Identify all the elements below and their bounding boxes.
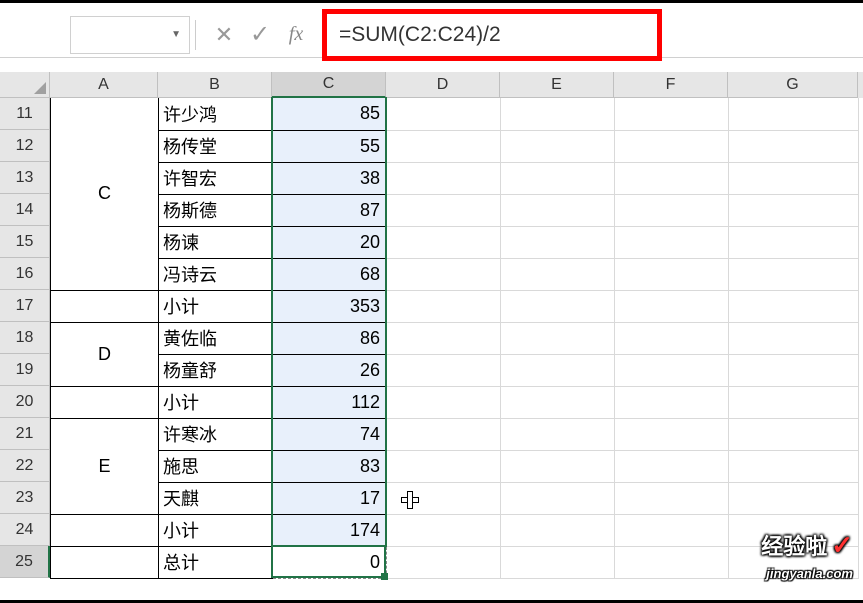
table-row[interactable]: 杨童舒 26 (51, 354, 859, 386)
table-row[interactable]: D 黄佐临 86 (51, 322, 859, 354)
cursor-icon (398, 488, 422, 512)
watermark: 经验啦✓ (761, 529, 853, 561)
row-header[interactable]: 12 (0, 130, 50, 162)
group-label[interactable]: D (51, 322, 159, 386)
value-cell[interactable]: 86 (273, 322, 387, 354)
name-cell[interactable]: 黄佐临 (159, 322, 273, 354)
total-label[interactable]: 总计 (159, 546, 273, 578)
group-label[interactable]: C (51, 98, 159, 290)
value-cell[interactable]: 20 (273, 226, 387, 258)
formula-input[interactable]: =SUM(C2:C24)/2 (327, 23, 501, 47)
col-header-d[interactable]: D (386, 72, 500, 98)
value-cell[interactable]: 26 (273, 354, 387, 386)
row-header[interactable]: 13 (0, 162, 50, 194)
row-header[interactable]: 21 (0, 418, 50, 450)
row-header[interactable]: 23 (0, 482, 50, 514)
divider (195, 20, 196, 50)
row-header[interactable]: 15 (0, 226, 50, 258)
name-cell[interactable]: 冯诗云 (159, 258, 273, 290)
empty-cell[interactable] (51, 514, 159, 546)
name-cell[interactable]: 施思 (159, 450, 273, 482)
row-header[interactable]: 20 (0, 386, 50, 418)
value-cell[interactable]: 87 (273, 194, 387, 226)
cancel-icon[interactable]: ✕ (206, 17, 242, 53)
subtotal-row[interactable]: 小计 353 (51, 290, 859, 322)
name-cell[interactable]: 许少鸿 (159, 98, 273, 130)
table-row[interactable]: 施思 83 (51, 450, 859, 482)
empty-cell[interactable] (51, 546, 159, 578)
empty-cell[interactable] (51, 290, 159, 322)
row-header[interactable]: 25 (0, 546, 50, 578)
empty-cell[interactable] (501, 98, 615, 130)
name-cell[interactable]: 许智宏 (159, 162, 273, 194)
subtotal-row[interactable]: 小计 174 (51, 514, 859, 546)
name-box[interactable]: ▼ (70, 16, 190, 54)
row-header[interactable]: 16 (0, 258, 50, 290)
value-cell[interactable]: 68 (273, 258, 387, 290)
subtotal-row[interactable]: 小计 112 (51, 386, 859, 418)
table-row[interactable]: 许智宏 38 (51, 162, 859, 194)
column-headers: A B C D E F G (0, 72, 863, 98)
subtotal-label[interactable]: 小计 (159, 514, 273, 546)
table-row[interactable]: 天麒 17 (51, 482, 859, 514)
formula-bar: ▼ ✕ ✓ fx =SUM(C2:C24)/2 (0, 12, 863, 58)
empty-cell[interactable] (51, 386, 159, 418)
table-row[interactable]: 杨斯德 87 (51, 194, 859, 226)
row-header[interactable]: 17 (0, 290, 50, 322)
col-header-a[interactable]: A (50, 72, 158, 98)
row-header[interactable]: 18 (0, 322, 50, 354)
col-header-c[interactable]: C (272, 72, 386, 98)
name-cell[interactable]: 杨童舒 (159, 354, 273, 386)
name-cell[interactable]: 杨斯德 (159, 194, 273, 226)
row-header[interactable]: 24 (0, 514, 50, 546)
empty-cell[interactable] (615, 98, 729, 130)
formula-highlight-box: =SUM(C2:C24)/2 (322, 9, 662, 61)
col-header-b[interactable]: B (158, 72, 272, 98)
col-header-f[interactable]: F (614, 72, 728, 98)
value-cell[interactable]: 55 (273, 130, 387, 162)
subtotal-label[interactable]: 小计 (159, 290, 273, 322)
subtotal-label[interactable]: 小计 (159, 386, 273, 418)
row-header[interactable]: 14 (0, 194, 50, 226)
row-header[interactable]: 11 (0, 98, 50, 130)
data-table[interactable]: C 许少鸿 85 杨传堂 55 许智宏 38 杨斯德 87 (50, 98, 859, 579)
table-row[interactable]: E 许寒冰 74 (51, 418, 859, 450)
table-row[interactable]: C 许少鸿 85 (51, 98, 859, 130)
col-header-g[interactable]: G (728, 72, 858, 98)
total-value[interactable]: 0 (273, 546, 387, 578)
col-header-e[interactable]: E (500, 72, 614, 98)
total-row[interactable]: 总计 0 (51, 546, 859, 578)
spreadsheet-grid[interactable]: A B C D E F G 11 12 13 14 15 16 17 18 19… (0, 72, 863, 603)
group-label[interactable]: E (51, 418, 159, 514)
subtotal-value[interactable]: 174 (273, 514, 387, 546)
value-cell[interactable]: 17 (273, 482, 387, 514)
value-cell[interactable]: 38 (273, 162, 387, 194)
subtotal-value[interactable]: 353 (273, 290, 387, 322)
value-cell[interactable]: 74 (273, 418, 387, 450)
check-icon: ✓ (831, 530, 853, 560)
subtotal-value[interactable]: 112 (273, 386, 387, 418)
value-cell[interactable]: 85 (273, 98, 387, 130)
table-row[interactable]: 杨谏 20 (51, 226, 859, 258)
select-all-corner[interactable] (0, 72, 50, 98)
empty-cell[interactable] (387, 98, 501, 130)
table-row[interactable]: 杨传堂 55 (51, 130, 859, 162)
fx-icon[interactable]: fx (278, 17, 314, 53)
value-cell[interactable]: 83 (273, 450, 387, 482)
enter-icon[interactable]: ✓ (242, 17, 278, 53)
dropdown-icon[interactable]: ▼ (171, 29, 181, 40)
empty-cell[interactable] (729, 98, 859, 130)
name-cell[interactable]: 天麒 (159, 482, 273, 514)
name-cell[interactable]: 杨谏 (159, 226, 273, 258)
name-cell[interactable]: 杨传堂 (159, 130, 273, 162)
name-cell[interactable]: 许寒冰 (159, 418, 273, 450)
watermark-url: jingyanla.com (766, 566, 853, 581)
row-header[interactable]: 19 (0, 354, 50, 386)
table-row[interactable]: 冯诗云 68 (51, 258, 859, 290)
row-header[interactable]: 22 (0, 450, 50, 482)
